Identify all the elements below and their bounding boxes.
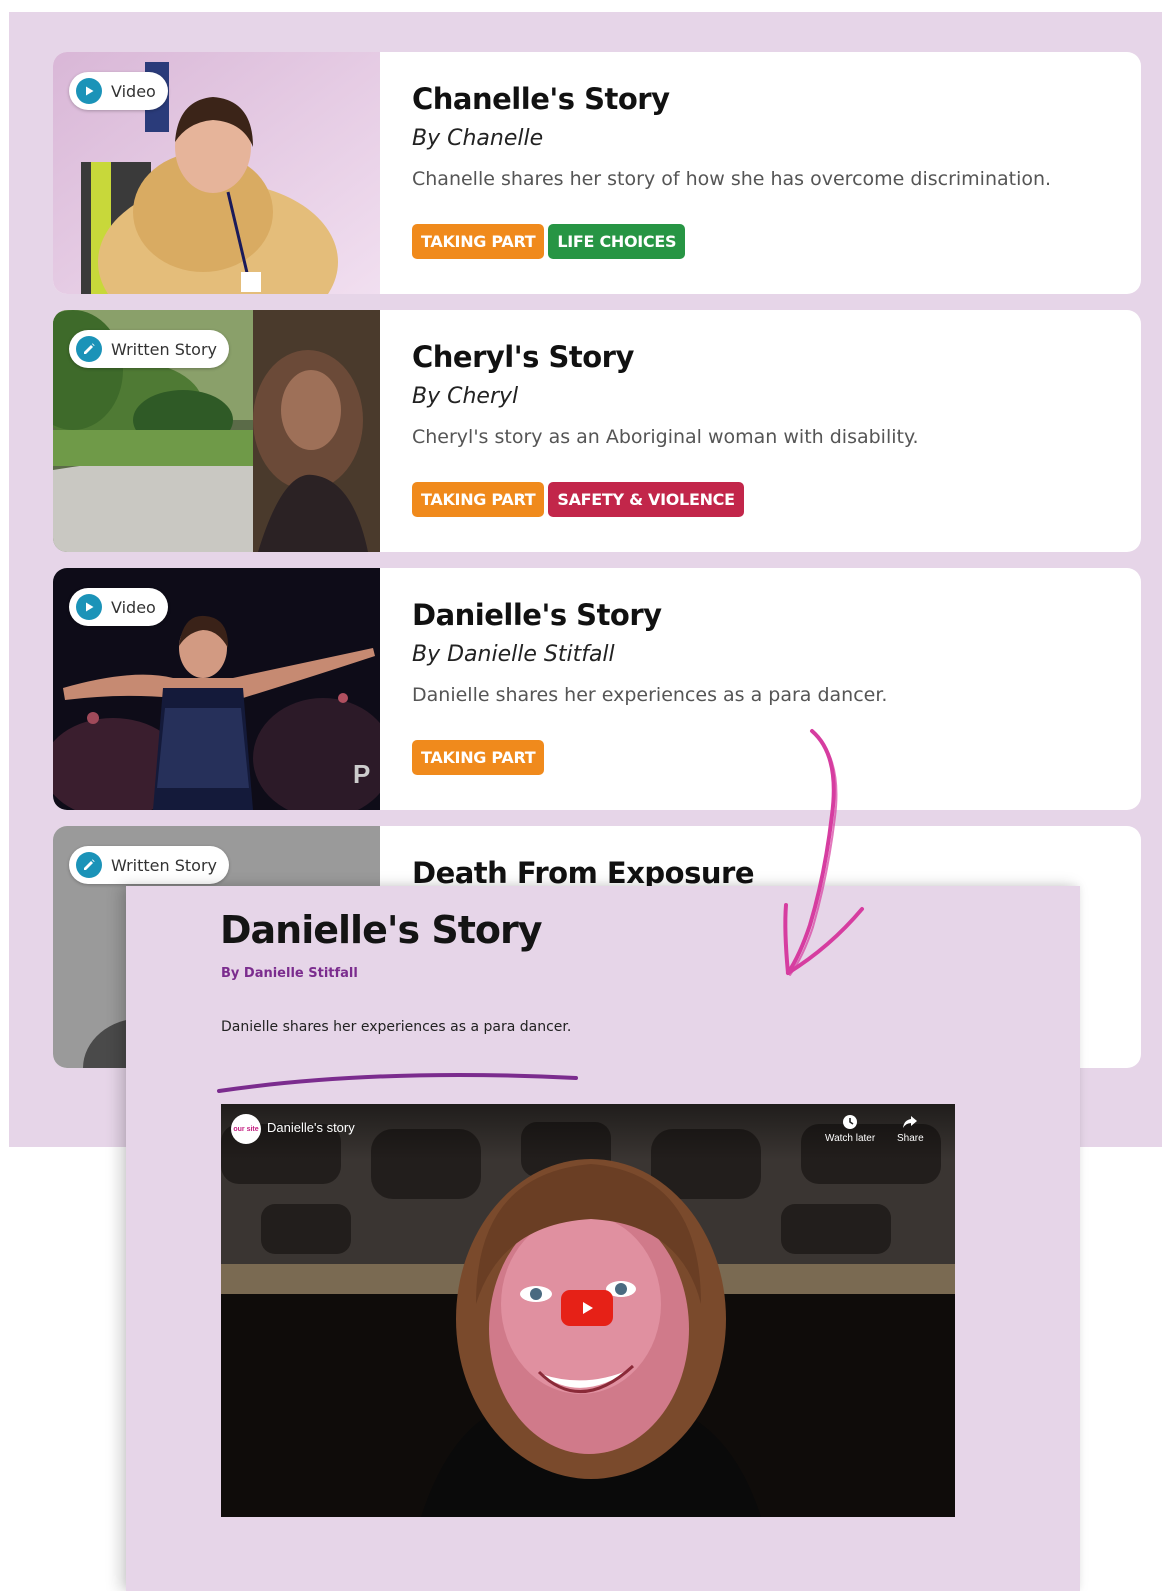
tag-list: TAKING PART SAFETY & VIOLENCE xyxy=(412,482,744,517)
play-icon xyxy=(76,594,102,620)
share-icon xyxy=(903,1116,918,1128)
story-description: Cheryl's story as an Aboriginal woman wi… xyxy=(412,426,919,448)
story-title[interactable]: Cheryl's Story xyxy=(412,340,634,374)
svg-text:P: P xyxy=(353,759,370,789)
story-thumbnail[interactable]: P Video xyxy=(53,568,380,810)
story-type-label: Video xyxy=(111,597,156,617)
pencil-icon xyxy=(76,336,102,362)
share-button[interactable]: Share xyxy=(897,1114,924,1144)
story-card[interactable]: P Video Danielle's Story By Danielle Sti… xyxy=(53,568,1141,810)
story-description: Danielle shares her experiences as a par… xyxy=(412,684,888,706)
story-type-label: Video xyxy=(111,81,156,101)
pencil-icon xyxy=(76,852,102,878)
story-author: By Danielle Stitfall xyxy=(412,642,615,667)
story-thumbnail[interactable]: Video xyxy=(53,52,380,294)
story-title[interactable]: Chanelle's Story xyxy=(412,82,670,116)
watch-later-button[interactable]: Watch later xyxy=(825,1114,875,1144)
story-detail-page: Danielle's Story By Danielle Stitfall Da… xyxy=(126,886,1080,1591)
page: Video Chanelle's Story By Chanelle Chane… xyxy=(0,0,1171,1591)
story-author: By Chanelle xyxy=(412,126,544,151)
video-player[interactable]: our site Danielle's story Watch later Sh… xyxy=(221,1104,955,1517)
story-description: Chanelle shares her story of how she has… xyxy=(412,168,1052,190)
channel-logo-text: our site xyxy=(233,1125,259,1133)
detail-title: Danielle's Story xyxy=(220,908,542,952)
decorative-swoosh xyxy=(217,1072,578,1093)
story-type-label: Written Story xyxy=(111,855,218,875)
video-title[interactable]: Danielle's story xyxy=(267,1120,355,1135)
written-story-badge: Written Story xyxy=(69,846,230,884)
story-title[interactable]: Death From Exposure xyxy=(412,856,754,890)
tag-list: TAKING PART LIFE CHOICES xyxy=(412,224,686,259)
video-badge: Video xyxy=(69,588,168,626)
tag-safety-violence[interactable]: SAFETY & VIOLENCE xyxy=(548,482,744,517)
story-author: By Cheryl xyxy=(412,384,519,409)
play-icon xyxy=(583,1302,593,1314)
story-thumbnail[interactable]: Written Story xyxy=(53,310,380,552)
share-label: Share xyxy=(897,1133,924,1144)
channel-logo[interactable]: our site xyxy=(231,1114,261,1144)
play-button[interactable] xyxy=(561,1290,613,1326)
tag-taking-part[interactable]: TAKING PART xyxy=(412,740,545,775)
tag-taking-part[interactable]: TAKING PART xyxy=(412,224,545,259)
watch-later-label: Watch later xyxy=(825,1133,876,1144)
tag-taking-part[interactable]: TAKING PART xyxy=(412,482,545,517)
play-icon xyxy=(76,78,102,104)
detail-author: By Danielle Stitfall xyxy=(221,966,358,981)
detail-description: Danielle shares her experiences as a par… xyxy=(221,1019,572,1035)
tag-list: TAKING PART xyxy=(412,740,545,775)
story-card[interactable]: Video Chanelle's Story By Chanelle Chane… xyxy=(53,52,1141,294)
video-badge: Video xyxy=(69,72,168,110)
story-card[interactable]: Written Story Cheryl's Story By Cheryl C… xyxy=(53,310,1141,552)
written-story-badge: Written Story xyxy=(69,330,230,368)
story-type-label: Written Story xyxy=(111,339,218,359)
clock-icon xyxy=(843,1115,858,1129)
arrow-doodle-icon xyxy=(783,729,864,976)
tag-life-choices[interactable]: LIFE CHOICES xyxy=(548,224,686,259)
story-title[interactable]: Danielle's Story xyxy=(412,598,662,632)
